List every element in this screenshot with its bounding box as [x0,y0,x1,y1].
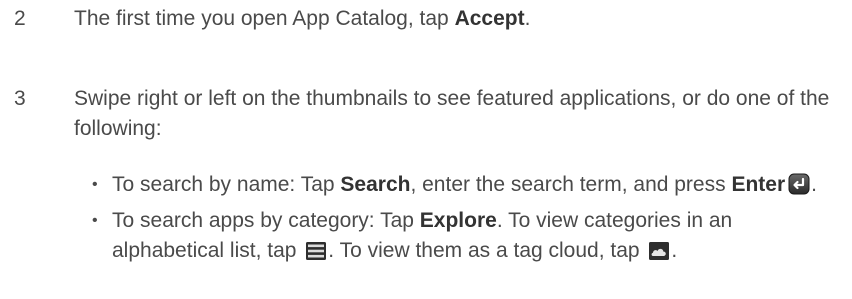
enter-label: Enter [731,173,786,196]
explore-label: Explore [419,209,497,232]
enter-key-icon [788,173,810,195]
bullet-text-start: To search apps by category: Tap [112,209,420,232]
step-number: 2 [14,7,26,30]
bullet-text-middle: , enter the search term, and press [410,173,732,196]
bullet-text-middle-2: . To view them as a tag cloud, tap [328,239,646,262]
list-item: To search by name: Tap Search, enter the… [92,170,832,200]
list-view-icon [305,241,327,261]
bullet-text-end: . [671,239,678,262]
bullet-text-end: . [811,173,817,196]
list-item: To search apps by category: Tap Explore.… [92,206,832,266]
step-text-end: . [524,7,531,30]
cloud-view-icon [648,241,670,261]
step-number: 3 [14,87,26,110]
search-label: Search [340,173,411,196]
options-list: To search by name: Tap Search, enter the… [92,170,832,272]
step-text: Swipe right or left on the thumbnails to… [74,87,830,140]
step-text: The first time you open App Catalog, tap… [74,4,844,34]
accept-label: Accept [454,7,525,30]
bullet-text-start: To search by name: Tap [112,173,341,196]
step-text-start: The first time you open App Catalog, tap [74,7,455,30]
